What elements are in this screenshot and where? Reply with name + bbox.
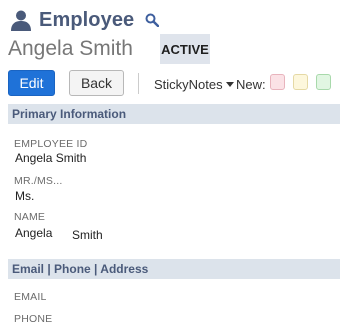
record-name: Angela Smith: [8, 37, 133, 60]
toolbar-divider: [138, 73, 139, 94]
new-green-note-button[interactable]: [316, 74, 331, 90]
salutation-value: Ms.: [15, 189, 35, 203]
new-yellow-note-button[interactable]: [293, 74, 308, 90]
sticky-notes-label: StickyNotes: [154, 77, 223, 92]
salutation-label: MR./MS...: [14, 175, 63, 187]
first-name-value: Angela: [15, 226, 53, 240]
employee-id-value: Angela Smith: [15, 151, 87, 165]
employee-record-page: Employee Angela Smith ACTIVE Edit Back S…: [0, 0, 340, 328]
page-title: Employee: [39, 8, 135, 31]
record-header: Employee: [10, 7, 160, 33]
back-button[interactable]: Back: [69, 70, 124, 96]
employee-id-label: EMPLOYEE ID: [14, 138, 88, 150]
new-pink-note-button[interactable]: [270, 74, 285, 90]
status-badge: ACTIVE: [160, 34, 210, 64]
search-icon[interactable]: [145, 13, 160, 27]
phone-label: PHONE: [14, 313, 53, 325]
edit-button[interactable]: Edit: [8, 70, 55, 96]
person-icon: [11, 10, 31, 31]
name-label: NAME: [14, 211, 46, 223]
email-label: EMAIL: [14, 291, 47, 303]
chevron-down-icon: [225, 82, 234, 87]
last-name-value: Smith: [72, 228, 103, 242]
section-email-phone-address[interactable]: Email | Phone | Address: [8, 259, 340, 279]
sticky-notes-menu[interactable]: StickyNotes: [154, 77, 234, 92]
section-primary-information[interactable]: Primary Information: [8, 104, 340, 124]
new-note-label: New:: [236, 77, 266, 92]
